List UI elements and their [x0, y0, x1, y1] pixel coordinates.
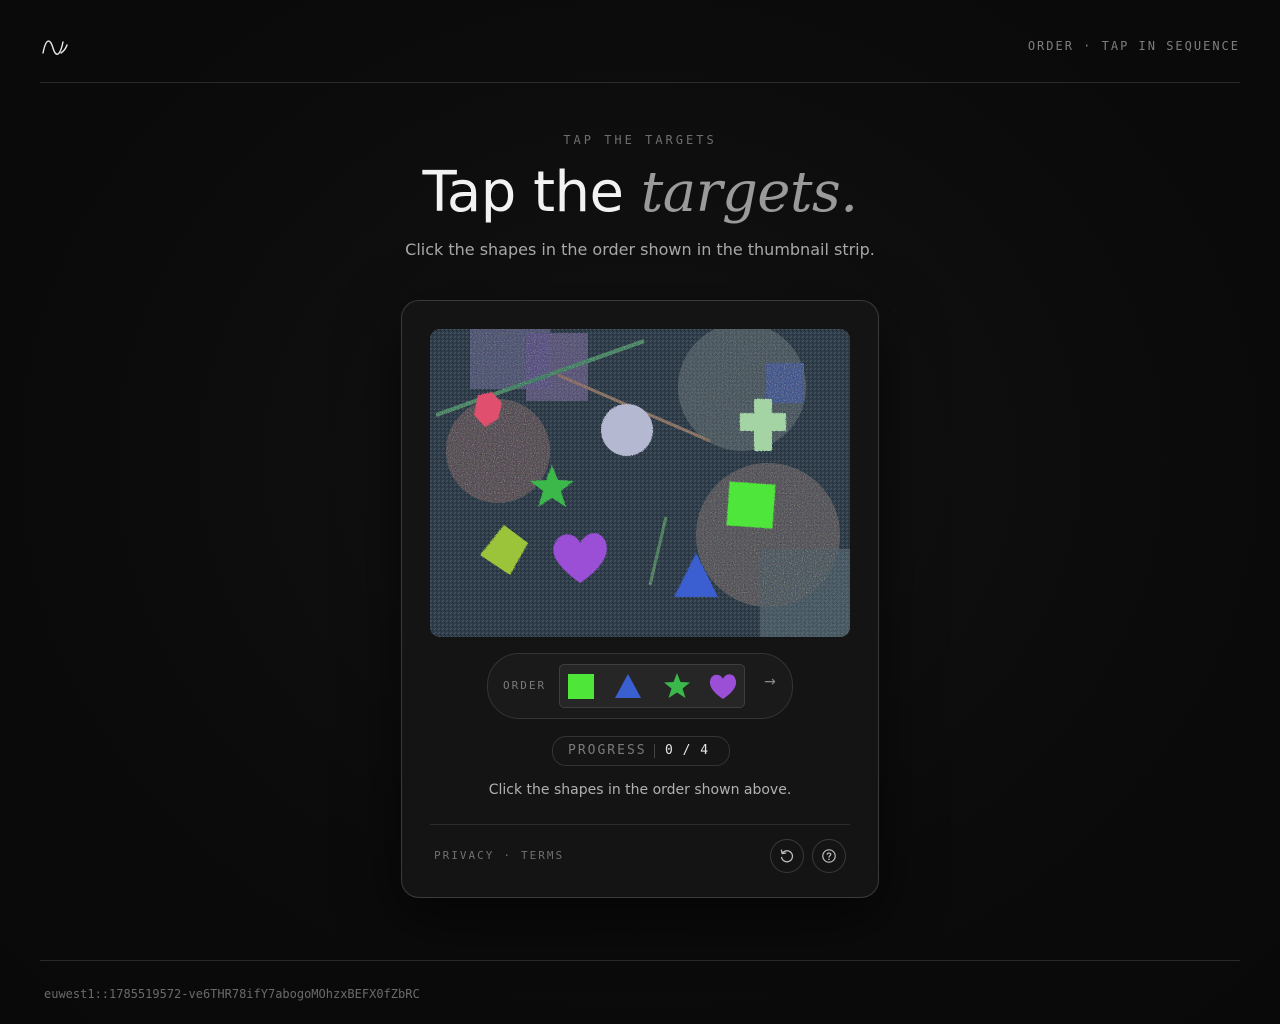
thumb-square-icon: [568, 674, 594, 699]
session-id: euwest1::1785519572-ve6THR78ifY7abogoMOh…: [44, 987, 420, 1001]
target-square[interactable]: [726, 481, 776, 529]
privacy-link[interactable]: PRIVACY: [434, 849, 494, 862]
challenge-instruction: Click the shapes in the order shown abov…: [488, 782, 792, 798]
footer-links: PRIVACY · TERMS: [434, 849, 564, 862]
progress-divider: [654, 744, 655, 758]
page-subtitle: Click the shapes in the order shown in t…: [405, 240, 875, 259]
reload-button[interactable]: [770, 839, 804, 873]
header: ORDER · TAP IN SEQUENCE: [40, 0, 1240, 83]
challenge-card: ORDER → PROGRESS 0 / 4 Click the shapes …: [401, 300, 879, 898]
thumb-triangle-icon: [615, 674, 641, 698]
thumb-star-icon: [664, 673, 690, 698]
order-strip-container: ORDER →: [487, 653, 793, 719]
thumbnail-strip: [559, 664, 745, 708]
page: ORDER · TAP IN SEQUENCE TAP THE TARGETS …: [0, 0, 1280, 1024]
page-title: Tap the targets.: [0, 160, 1280, 226]
terms-link[interactable]: TERMS: [521, 849, 564, 862]
progress-label: PROGRESS: [568, 743, 647, 758]
progress-value: 0 / 4: [665, 743, 710, 758]
help-button[interactable]: [812, 839, 846, 873]
target-circle[interactable]: [601, 404, 653, 456]
canvas-svg: [430, 329, 850, 637]
challenge-canvas[interactable]: [430, 329, 850, 637]
wave-logo-icon[interactable]: [42, 36, 68, 56]
thumb-heart-icon: [709, 674, 737, 699]
title-plain: Tap the: [422, 160, 641, 225]
eyebrow: TAP THE TARGETS: [563, 133, 717, 147]
header-mode-label: ORDER · TAP IN SEQUENCE: [1027, 39, 1240, 53]
reload-icon: [780, 849, 794, 863]
progress-indicator: PROGRESS 0 / 4: [552, 736, 730, 766]
help-icon: [822, 849, 836, 863]
footer-separator: ·: [503, 849, 512, 862]
title-emphasis: targets.: [640, 160, 858, 225]
order-next-arrow-icon[interactable]: →: [762, 674, 778, 690]
order-label: ORDER: [503, 679, 547, 692]
card-footer: PRIVACY · TERMS: [430, 824, 850, 897]
bottom-divider: [40, 960, 1240, 961]
